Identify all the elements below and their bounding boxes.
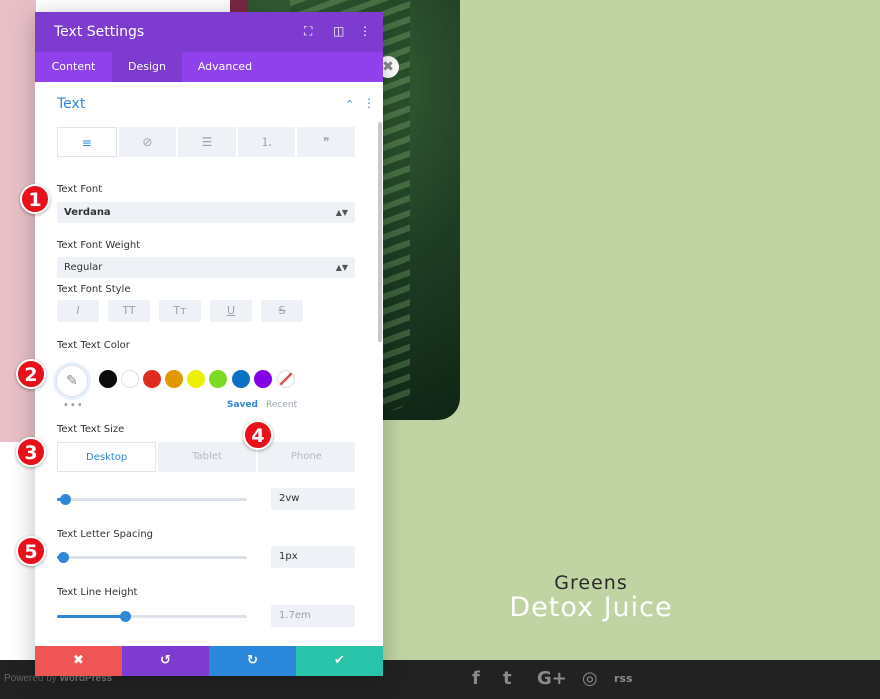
strikethrough-button[interactable]: S [261,300,303,322]
text-font-weight-value: Regular [64,262,103,273]
more-colors-icon[interactable]: ••• [63,400,84,411]
panel-scrollbar[interactable] [378,122,382,342]
italic-button[interactable]: I [57,300,99,322]
tab-content[interactable]: Content [35,52,112,82]
line-height-slider[interactable] [57,611,247,622]
quote-icon[interactable]: ❞ [297,127,355,157]
twitter-icon[interactable]: t [503,668,512,689]
list-icon[interactable]: ☰ [178,127,236,157]
color-swatch-yellow[interactable] [187,370,205,388]
preview-text-detox-juice: Detox Juice [509,592,673,623]
text-font-style-label: Text Font Style [57,284,131,295]
expand-icon[interactable]: ⛶ [304,24,312,39]
section-title-text[interactable]: Text [57,96,85,112]
slider-fill [57,615,126,618]
save-button[interactable]: ✔ [296,646,383,676]
annotation-badge-4: 4 [243,420,273,450]
tab-advanced[interactable]: Advanced [182,52,268,82]
annotation-badge-3: 3 [16,437,46,467]
text-color-label: Text Text Color [57,340,130,351]
text-settings-panel: Text Settings ⛶ ◫ ⋮ Content Design Advan… [35,12,383,676]
text-size-input[interactable]: 2vw [271,488,355,510]
color-swatch-purple[interactable] [254,370,272,388]
select-arrows-icon: ▲▼ [335,208,348,217]
slider-handle[interactable] [57,552,69,563]
underline-button[interactable]: U [210,300,252,322]
color-swatch-orange[interactable] [165,370,183,388]
saved-colors-tab[interactable]: Saved [227,400,258,410]
annotation-badge-1: 1 [20,184,50,214]
capitalize-button[interactable]: Tт [159,300,201,322]
device-tab-desktop[interactable]: Desktop [57,442,157,472]
text-alignment-bar: ≡ ⊘ ☰ ⒈ ❞ [57,127,355,157]
chevron-up-icon[interactable]: ⌃ [345,98,354,111]
section-more-icon[interactable]: ⋮ [363,96,375,110]
text-size-slider[interactable] [57,494,247,505]
rss-icon[interactable]: rss [614,672,633,685]
letter-spacing-input[interactable]: 1px [271,546,355,568]
panel-action-bar: ✖ ↺ ↻ ✔ [35,646,383,676]
device-tabs: Desktop Tablet Phone [57,442,355,472]
line-height-label: Text Line Height [57,587,138,598]
uppercase-button[interactable]: TT [108,300,150,322]
tab-design[interactable]: Design [112,52,182,82]
letter-spacing-slider[interactable] [57,552,247,563]
columns-icon[interactable]: ◫ [333,24,344,38]
text-font-weight-label: Text Font Weight [57,240,141,251]
slider-handle[interactable] [120,611,132,622]
ordered-list-icon[interactable]: ⒈ [237,127,296,157]
text-font-select[interactable]: Verdana ▲▼ [57,202,355,223]
google-plus-icon[interactable]: G+ [537,668,567,689]
annotation-badge-5: 5 [16,536,46,566]
preview-text-greens: Greens [554,572,628,594]
panel-tabs: Content Design Advanced [35,52,383,82]
color-clear-icon[interactable] [277,370,295,388]
recent-colors-tab[interactable]: Recent [266,400,297,410]
select-arrows-icon: ▲▼ [335,263,348,272]
panel-body: Text ⌃ ⋮ ≡ ⊘ ☰ ⒈ ❞ Text Font Verdana ▲▼ … [35,82,383,646]
text-font-value: Verdana [64,207,111,218]
link-off-icon[interactable]: ⊘ [118,127,177,157]
undo-button[interactable]: ↺ [122,646,209,676]
instagram-icon[interactable]: ◎ [582,668,598,689]
text-font-weight-select[interactable]: Regular ▲▼ [57,257,355,278]
color-swatch-green[interactable] [209,370,227,388]
color-swatch-red[interactable] [143,370,161,388]
more-icon[interactable]: ⋮ [359,24,371,38]
eyedropper-icon[interactable]: ✎ [56,365,88,397]
facebook-icon[interactable]: f [472,668,480,689]
color-swatch-black[interactable] [99,370,117,388]
device-tab-tablet[interactable]: Tablet [158,442,256,472]
redo-button[interactable]: ↻ [209,646,296,676]
line-height-input[interactable]: 1.7em [271,605,355,627]
color-swatch-white[interactable] [121,370,139,388]
text-size-label: Text Text Size [57,424,125,435]
color-swatch-blue[interactable] [232,370,250,388]
device-tab-phone[interactable]: Phone [257,442,355,472]
annotation-badge-2: 2 [16,359,46,389]
align-left-icon[interactable]: ≡ [57,127,117,157]
cancel-button[interactable]: ✖ [35,646,122,676]
panel-header: Text Settings ⛶ ◫ ⋮ [35,12,383,52]
panel-title: Text Settings [54,24,145,40]
letter-spacing-label: Text Letter Spacing [57,529,154,540]
text-font-label: Text Font [57,184,103,195]
slider-handle[interactable] [59,494,71,505]
